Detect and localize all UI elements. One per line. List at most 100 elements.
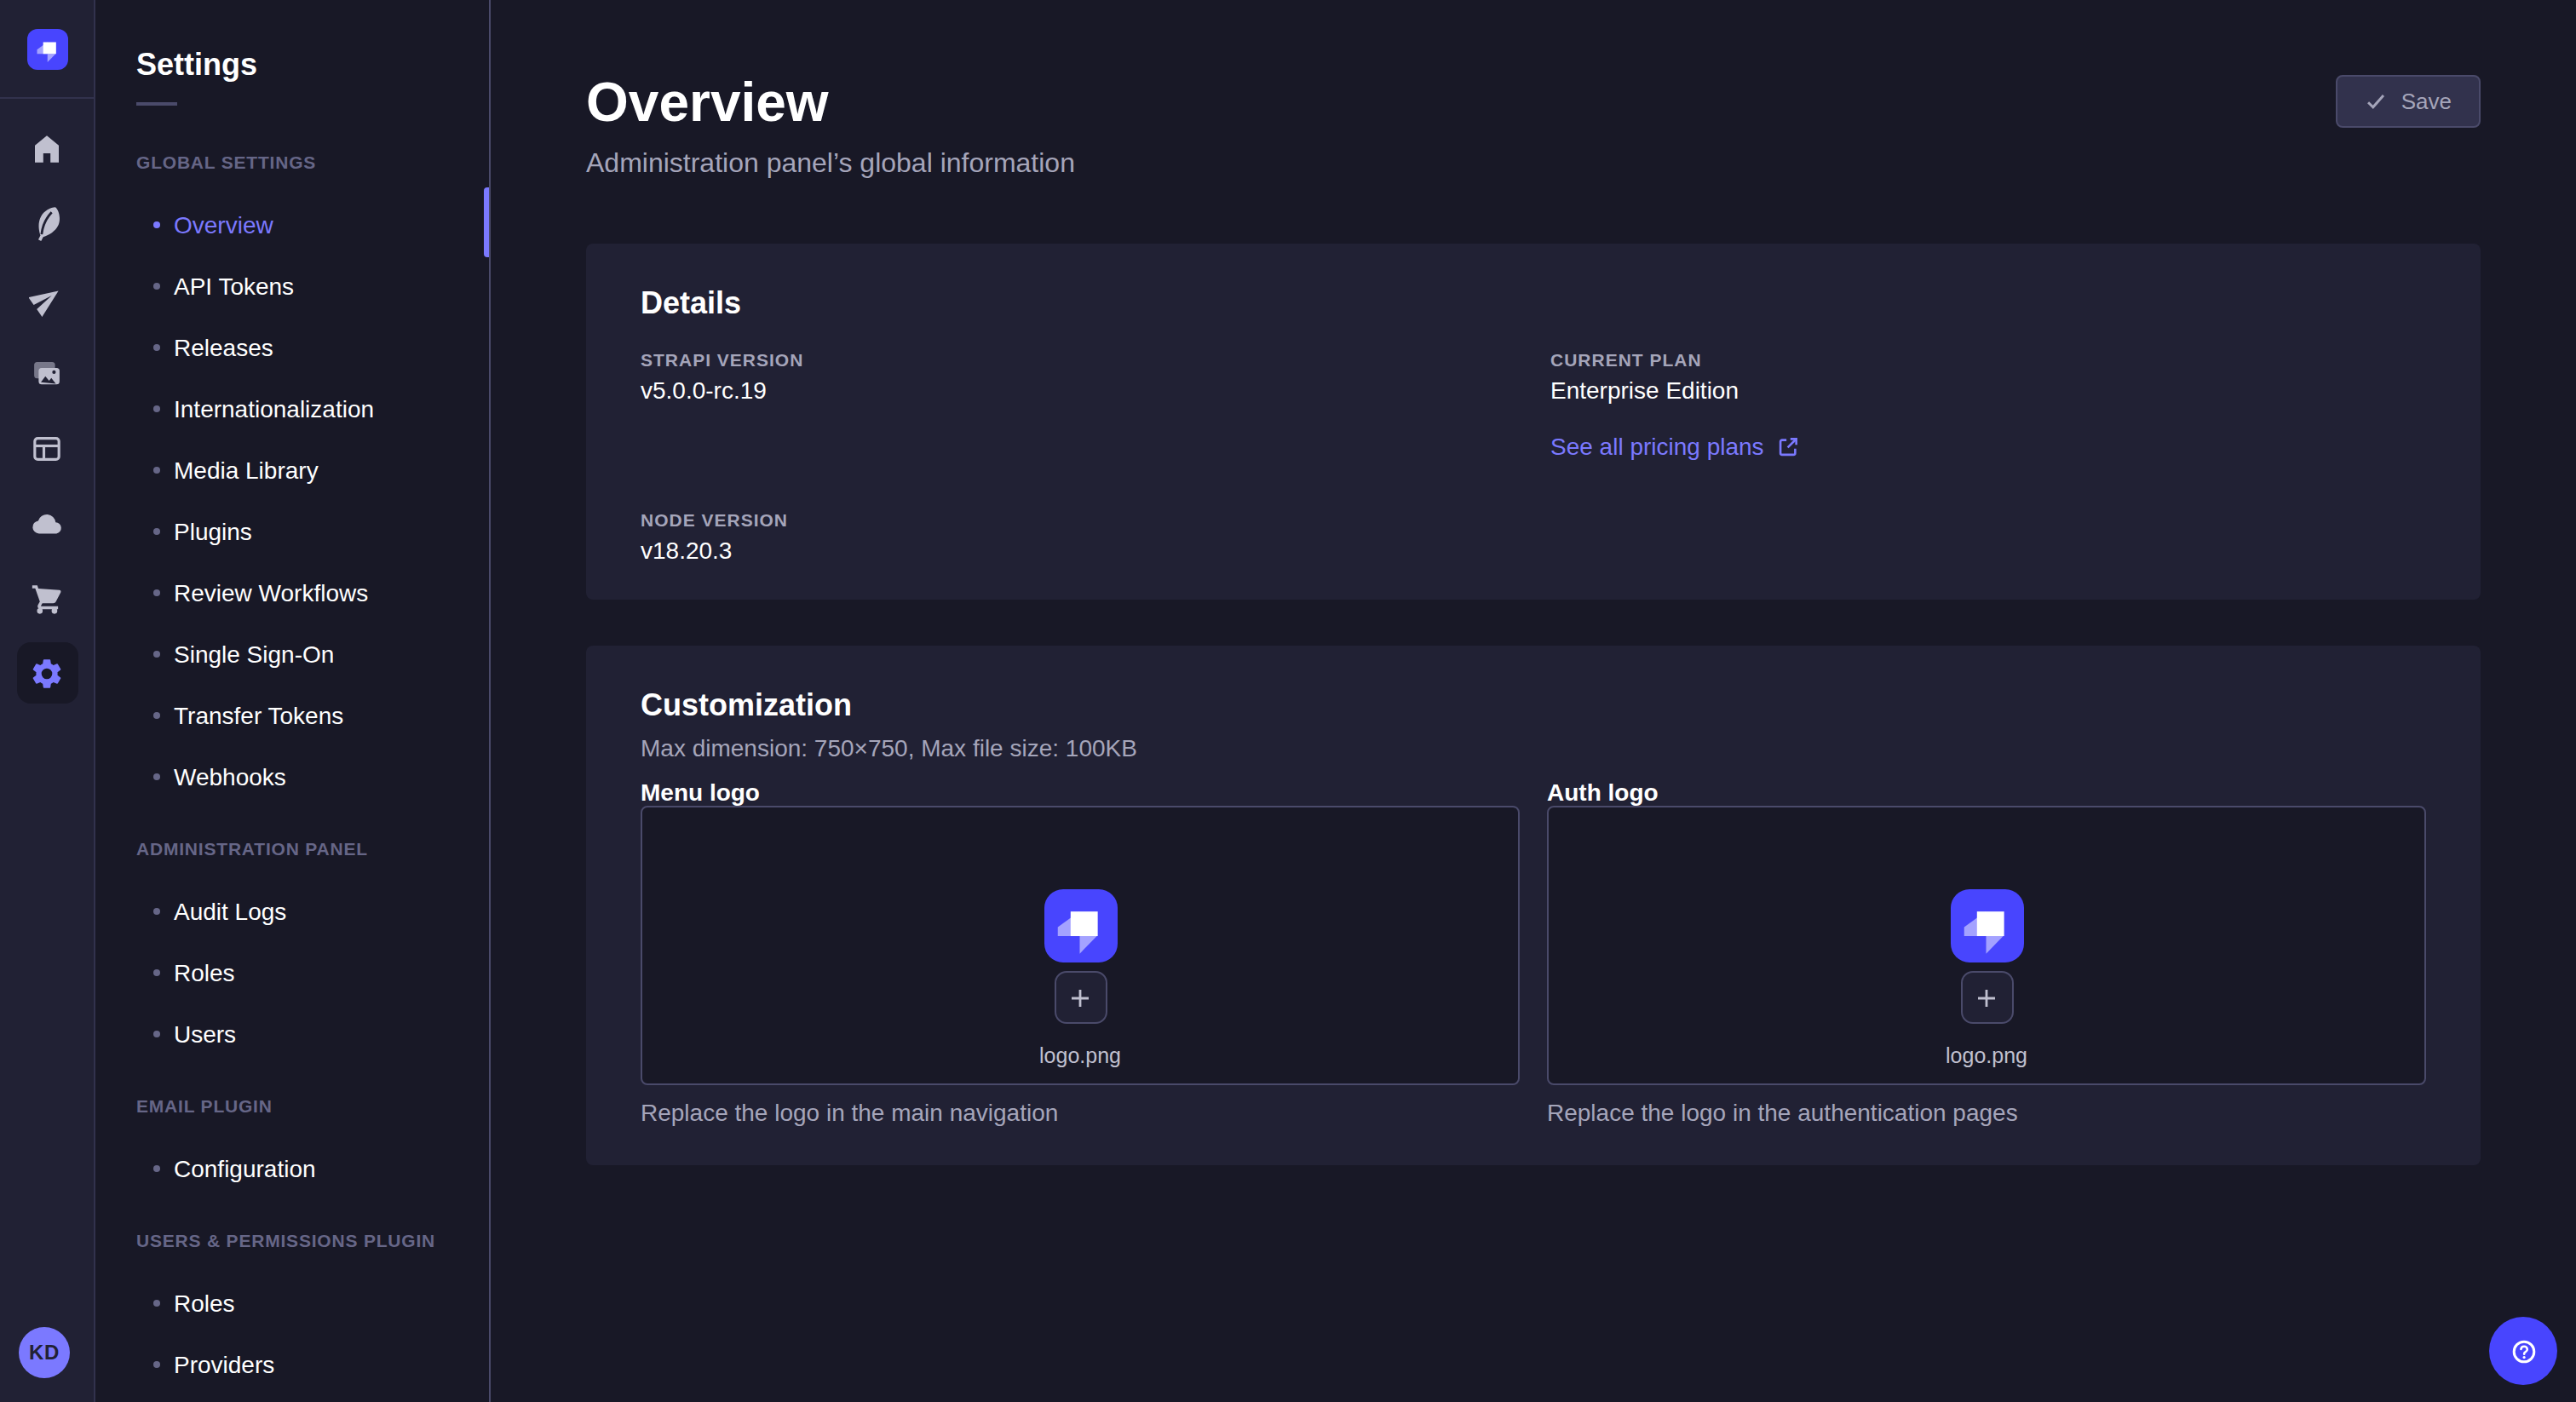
layout-icon xyxy=(29,430,65,466)
rail-item-media-library[interactable] xyxy=(0,336,94,411)
bullet-icon xyxy=(153,405,160,412)
bullet-icon xyxy=(153,651,160,658)
bullet-icon xyxy=(153,1361,160,1368)
node-version-value: v18.20.3 xyxy=(641,533,1550,567)
menu-logo-dropzone[interactable]: logo.png xyxy=(641,806,1520,1085)
nav-section: EMAIL PLUGIN Configuration xyxy=(136,1092,489,1199)
sidebar-item-label: Audit Logs xyxy=(174,898,286,925)
nav-section-header: USERS & PERMISSIONS PLUGIN xyxy=(136,1227,489,1254)
sidebar-item-roles[interactable]: Roles xyxy=(136,1273,489,1334)
sidebar-item-roles[interactable]: Roles xyxy=(136,942,489,1003)
nav-section-header: GLOBAL SETTINGS xyxy=(136,148,489,175)
rail-menu xyxy=(0,111,94,710)
sidebar-item-single-sign-on[interactable]: Single Sign-On xyxy=(136,623,489,685)
auth-logo-add-button[interactable] xyxy=(1960,971,2013,1024)
pricing-plans-link[interactable]: See all pricing plans xyxy=(1550,429,2426,463)
workplace-switcher[interactable] xyxy=(0,0,94,99)
strapi-version-value: v5.0.0-rc.19 xyxy=(641,373,1550,407)
details-card: Details STRAPI VERSION v5.0.0-rc.19 NODE… xyxy=(586,244,2481,600)
sidebar-item-label: Internationalization xyxy=(174,395,374,422)
nav-section: USERS & PERMISSIONS PLUGIN Roles Providers xyxy=(136,1227,489,1395)
page-title: Overview xyxy=(586,68,2481,136)
sidebar-item-transfer-tokens[interactable]: Transfer Tokens xyxy=(136,685,489,746)
sidebar-divider xyxy=(136,102,177,106)
sidebar-item-label: API Tokens xyxy=(174,273,294,300)
rail-item-content-builder[interactable] xyxy=(0,186,94,261)
node-version-field: NODE VERSION v18.20.3 xyxy=(641,506,1550,567)
strapi-logo-icon xyxy=(26,28,67,69)
bullet-icon xyxy=(153,908,160,915)
sidebar-item-users[interactable]: Users xyxy=(136,1003,489,1065)
menu-logo-upload: Menu logo logo.png xyxy=(641,779,1520,1128)
bullet-icon xyxy=(153,467,160,474)
cart-icon xyxy=(29,580,65,616)
save-button-label: Save xyxy=(2401,89,2452,114)
home-icon xyxy=(29,130,65,166)
menu-logo-add-button[interactable] xyxy=(1054,971,1107,1024)
save-button[interactable]: Save xyxy=(2337,75,2481,128)
auth-logo-preview-icon xyxy=(1950,889,2023,962)
rail-item-settings[interactable] xyxy=(0,635,94,710)
paper-plane-icon xyxy=(29,280,65,316)
sidebar-item-webhooks[interactable]: Webhooks xyxy=(136,746,489,807)
gear-icon xyxy=(16,642,78,704)
sidebar-item-label: Overview xyxy=(174,211,273,238)
sidebar-item-audit-logs[interactable]: Audit Logs xyxy=(136,881,489,942)
external-link-icon xyxy=(1778,435,1800,457)
settings-sidebar: Settings GLOBAL SETTINGS Overview API Toke… xyxy=(95,0,491,1402)
bullet-icon xyxy=(153,589,160,596)
images-icon xyxy=(29,355,65,391)
bullet-icon xyxy=(153,221,160,228)
sidebar-item-label: Roles xyxy=(174,1290,235,1317)
current-plan-field: CURRENT PLAN Enterprise Edition xyxy=(1550,346,2426,407)
sidebar-item-plugins[interactable]: Plugins xyxy=(136,501,489,562)
details-card-title: Details xyxy=(641,284,2426,322)
menu-logo-hint: Replace the logo in the main navigation xyxy=(641,1099,1520,1128)
nav-section-header: EMAIL PLUGIN xyxy=(136,1092,489,1119)
strapi-version-label: STRAPI VERSION xyxy=(641,346,1550,373)
nav-section: ADMINISTRATION PANEL Audit Logs Roles Users xyxy=(136,835,489,1065)
sidebar-item-label: Media Library xyxy=(174,457,319,484)
sidebar-item-configuration[interactable]: Configuration xyxy=(136,1138,489,1199)
help-button[interactable]: ? xyxy=(2489,1317,2557,1385)
rail-item-deploy[interactable] xyxy=(0,261,94,336)
rail-item-home[interactable] xyxy=(0,111,94,186)
customization-subtitle: Max dimension: 750×750, Max file size: 1… xyxy=(641,731,2426,765)
sidebar-title: Settings xyxy=(136,44,489,85)
rail-item-cloud[interactable] xyxy=(0,486,94,560)
sidebar-item-internationalization[interactable]: Internationalization xyxy=(136,378,489,440)
user-avatar[interactable]: KD xyxy=(19,1327,70,1378)
bullet-icon xyxy=(153,283,160,290)
sidebar-item-label: Single Sign-On xyxy=(174,641,334,668)
sidebar-item-media-library[interactable]: Media Library xyxy=(136,440,489,501)
sidebar-item-label: Transfer Tokens xyxy=(174,702,343,729)
feather-icon xyxy=(29,205,65,241)
bullet-icon xyxy=(153,712,160,719)
auth-logo-label: Auth logo xyxy=(1547,779,2426,806)
bullet-icon xyxy=(153,344,160,351)
menu-logo-preview-icon xyxy=(1044,889,1117,962)
sidebar-item-review-workflows[interactable]: Review Workflows xyxy=(136,562,489,623)
sidebar-item-label: Releases xyxy=(174,334,273,361)
current-plan-label: CURRENT PLAN xyxy=(1550,346,2426,373)
sidebar-item-releases[interactable]: Releases xyxy=(136,317,489,378)
rail-item-marketplace[interactable] xyxy=(0,560,94,635)
cloud-icon xyxy=(29,505,65,541)
page-subtitle: Administration panel’s global informatio… xyxy=(586,147,2481,181)
plus-icon xyxy=(1976,987,1997,1008)
sidebar-item-label: Roles xyxy=(174,959,235,986)
customization-card: Customization Max dimension: 750×750, Ma… xyxy=(586,646,2481,1165)
sidebar-item-overview[interactable]: Overview xyxy=(136,194,489,256)
sidebar-item-api-tokens[interactable]: API Tokens xyxy=(136,256,489,317)
auth-logo-hint: Replace the logo in the authentication p… xyxy=(1547,1099,2426,1128)
auth-logo-dropzone[interactable]: logo.png xyxy=(1547,806,2426,1085)
menu-logo-filename: logo.png xyxy=(1039,1043,1121,1070)
sidebar-item-providers[interactable]: Providers xyxy=(136,1334,489,1395)
nav-section-header: ADMINISTRATION PANEL xyxy=(136,835,489,862)
auth-logo-filename: logo.png xyxy=(1946,1043,2027,1070)
node-version-label: NODE VERSION xyxy=(641,506,1550,533)
rail-item-layout[interactable] xyxy=(0,411,94,486)
bullet-icon xyxy=(153,528,160,535)
sidebar-item-label: Plugins xyxy=(174,518,252,545)
bullet-icon xyxy=(153,1165,160,1172)
